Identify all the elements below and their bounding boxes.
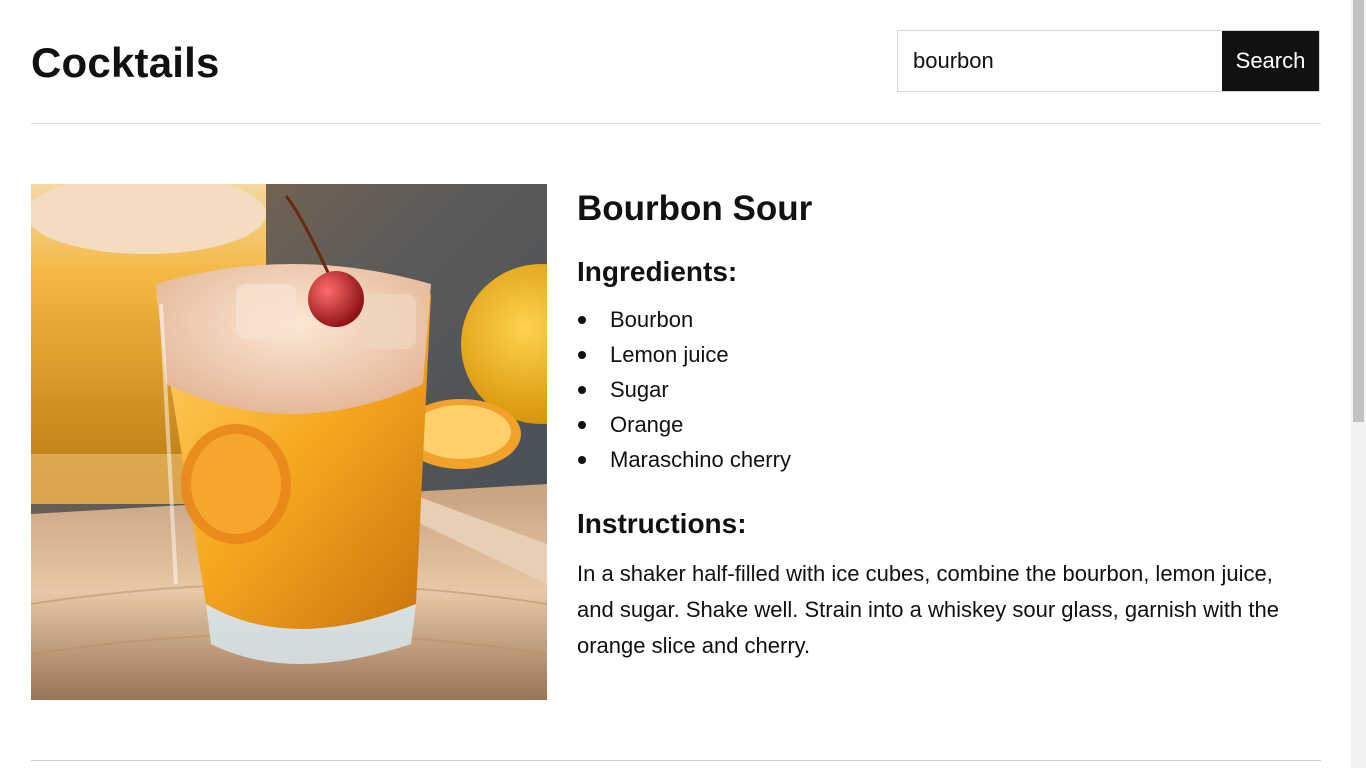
- cocktail-name: Bourbon Sour: [577, 189, 813, 228]
- instructions-heading: Instructions:: [577, 508, 747, 539]
- ingredients-heading: Ingredients:: [577, 256, 738, 287]
- cocktail-card: Bourbon Sour Ingredients: Bourbon Lemon …: [31, 184, 1321, 700]
- page: Cocktails Search: [0, 0, 1366, 768]
- vertical-scrollbar[interactable]: [1351, 0, 1366, 768]
- list-item: Lemon juice: [577, 337, 1307, 372]
- list-item: Bourbon: [577, 302, 1307, 337]
- cocktail-details: Bourbon Sour Ingredients: Bourbon Lemon …: [577, 184, 1307, 664]
- bullet-icon: [578, 421, 586, 429]
- bullet-icon: [578, 316, 586, 324]
- ingredient-label: Orange: [610, 412, 684, 437]
- scrollbar-thumb[interactable]: [1353, 0, 1364, 422]
- cocktail-photo: [31, 184, 547, 700]
- site-header: Cocktails Search: [31, 0, 1321, 124]
- bullet-icon: [578, 351, 586, 359]
- bottom-divider: [31, 760, 1321, 761]
- ingredient-label: Lemon juice: [610, 342, 729, 367]
- search-form: Search: [897, 30, 1320, 92]
- search-input[interactable]: [898, 31, 1222, 91]
- list-item: Maraschino cherry: [577, 442, 1307, 477]
- ingredient-list: Bourbon Lemon juice Sugar Orange Marasch…: [577, 302, 1307, 477]
- ingredient-label: Sugar: [610, 377, 669, 402]
- bullet-icon: [578, 456, 586, 464]
- main-content: Cocktails Search: [31, 0, 1321, 761]
- list-item: Orange: [577, 407, 1307, 442]
- ingredient-label: Maraschino cherry: [610, 447, 791, 472]
- list-item: Sugar: [577, 372, 1307, 407]
- site-title: Cocktails: [31, 39, 220, 86]
- search-button[interactable]: Search: [1222, 31, 1319, 91]
- bullet-icon: [578, 386, 586, 394]
- ingredient-label: Bourbon: [610, 307, 694, 332]
- instructions-text: In a shaker half-filled with ice cubes, …: [577, 561, 1279, 658]
